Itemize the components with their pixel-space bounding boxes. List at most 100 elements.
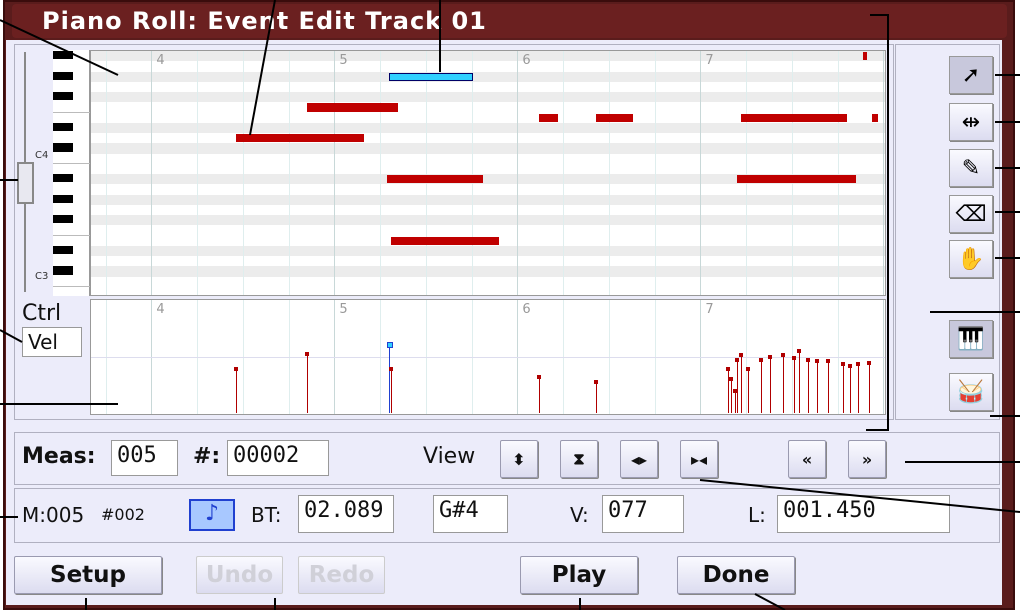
velocity-handle[interactable]	[866, 361, 871, 366]
beat-tick-field[interactable]: 02.089	[298, 495, 394, 533]
velocity-handle[interactable]	[826, 359, 831, 364]
black-key[interactable]	[53, 174, 73, 183]
length-field[interactable]: 001.450	[777, 495, 950, 533]
measure-label: 7	[705, 53, 714, 68]
velocity-stem[interactable]	[868, 363, 870, 413]
note[interactable]	[596, 113, 633, 122]
velocity-handle[interactable]	[855, 362, 860, 367]
note[interactable]	[306, 103, 399, 112]
zoom-out-horizontal-button[interactable]: ▸◂	[680, 440, 718, 478]
velocity-field[interactable]: 077	[602, 495, 684, 533]
rewind-button[interactable]: «	[788, 440, 826, 478]
velocity-handle[interactable]	[841, 362, 846, 367]
velocity-stem[interactable]	[769, 356, 771, 413]
velocity-stem[interactable]	[799, 350, 801, 413]
piano-roll-grid[interactable]: 45678	[90, 50, 886, 296]
velocity-stem[interactable]	[850, 365, 852, 413]
redo-button[interactable]: Redo	[298, 556, 385, 594]
play-button[interactable]: Play	[520, 556, 638, 594]
done-button[interactable]: Done	[677, 556, 795, 594]
resize-tool-button[interactable]: ⇹	[949, 103, 993, 141]
selected-note[interactable]	[389, 72, 474, 81]
zoom-out-vertical-button[interactable]: ⧗	[560, 440, 598, 478]
undo-button[interactable]: Undo	[196, 556, 283, 594]
select-tool-button[interactable]: ➚	[949, 56, 993, 94]
black-key[interactable]	[53, 245, 73, 254]
black-key[interactable]	[53, 215, 73, 224]
black-key[interactable]	[53, 266, 73, 275]
velocity-handle[interactable]	[780, 353, 785, 358]
velocity-stem[interactable]	[828, 361, 830, 413]
note[interactable]	[235, 134, 364, 143]
black-key[interactable]	[53, 122, 73, 131]
velocity-stem[interactable]	[782, 355, 784, 413]
velocity-stem[interactable]	[235, 369, 237, 413]
velocity-stem[interactable]	[391, 368, 393, 413]
black-key[interactable]	[53, 143, 73, 152]
hand-tool-button[interactable]: ✋	[949, 240, 993, 278]
note[interactable]	[539, 113, 558, 122]
velocity-stem[interactable]	[736, 359, 738, 413]
velocity-handle[interactable]	[387, 342, 394, 349]
note[interactable]	[863, 52, 867, 61]
velocity-stem[interactable]	[843, 364, 845, 413]
drum-mode-button[interactable]: 🥁	[949, 373, 993, 411]
velocity-handle[interactable]	[848, 363, 853, 368]
velocity-stem[interactable]	[793, 357, 795, 413]
velocity-handle[interactable]	[745, 366, 750, 371]
velocity-stem[interactable]	[747, 368, 749, 413]
velocity-handle[interactable]	[791, 355, 796, 360]
zoom-in-vertical-button[interactable]: ⬍	[500, 440, 538, 478]
velocity-handle[interactable]	[734, 357, 739, 362]
note-type-button[interactable]: ♪	[189, 499, 235, 531]
keyboard-mode-button[interactable]: 🎹	[949, 320, 993, 358]
velocity-handle[interactable]	[304, 352, 309, 357]
velocity-handle[interactable]	[594, 379, 599, 384]
velocity-handle[interactable]	[725, 366, 730, 371]
velocity-handle[interactable]	[767, 354, 772, 359]
hand-icon: ✋	[957, 246, 985, 272]
black-key[interactable]	[53, 71, 73, 80]
velocity-handle[interactable]	[729, 377, 734, 382]
zoom-in-horizontal-button[interactable]: ◂▸	[620, 440, 658, 478]
setup-button[interactable]: Setup	[14, 556, 162, 594]
velocity-stem[interactable]	[857, 364, 859, 413]
velocity-handle[interactable]	[738, 353, 743, 358]
event-measure: M:005	[22, 503, 85, 527]
velocity-lane[interactable]: 45678	[90, 299, 886, 415]
black-key[interactable]	[53, 51, 73, 60]
ctrl-select[interactable]: Vel	[22, 327, 82, 357]
fast-forward-button[interactable]: »	[848, 440, 886, 478]
piano-keyboard[interactable]	[53, 50, 90, 296]
note[interactable]	[740, 113, 847, 122]
black-key[interactable]	[53, 194, 73, 203]
note[interactable]	[872, 113, 878, 122]
velocity-handle[interactable]	[815, 359, 820, 364]
num-field[interactable]: 00002	[227, 440, 329, 476]
pitch-scroll-thumb[interactable]	[17, 162, 34, 204]
note[interactable]	[736, 175, 856, 184]
velocity-handle[interactable]	[797, 348, 802, 353]
velocity-handle[interactable]	[233, 367, 238, 372]
meas-field[interactable]: 005	[111, 440, 178, 476]
eraser-tool-button[interactable]: ⌫	[949, 195, 993, 233]
velocity-stem[interactable]	[306, 354, 308, 413]
velocity-stem[interactable]	[808, 359, 810, 413]
grid-line	[837, 51, 839, 295]
velocity-stem[interactable]	[740, 355, 742, 413]
velocity-stem[interactable]	[539, 376, 541, 413]
note[interactable]	[391, 236, 500, 245]
pencil-tool-button[interactable]: ✎	[949, 149, 993, 187]
velocity-stem[interactable]	[596, 381, 598, 413]
velocity-handle[interactable]	[389, 366, 394, 371]
velocity-stem[interactable]	[817, 361, 819, 413]
velocity-handle[interactable]	[758, 357, 763, 362]
note[interactable]	[387, 175, 483, 184]
velocity-handle[interactable]	[537, 374, 542, 379]
velocity-stem[interactable]	[727, 368, 729, 413]
velocity-stem[interactable]	[731, 379, 733, 413]
note-field[interactable]: G#4	[433, 495, 508, 533]
velocity-handle[interactable]	[806, 357, 811, 362]
black-key[interactable]	[53, 92, 73, 101]
velocity-stem[interactable]	[760, 359, 762, 413]
